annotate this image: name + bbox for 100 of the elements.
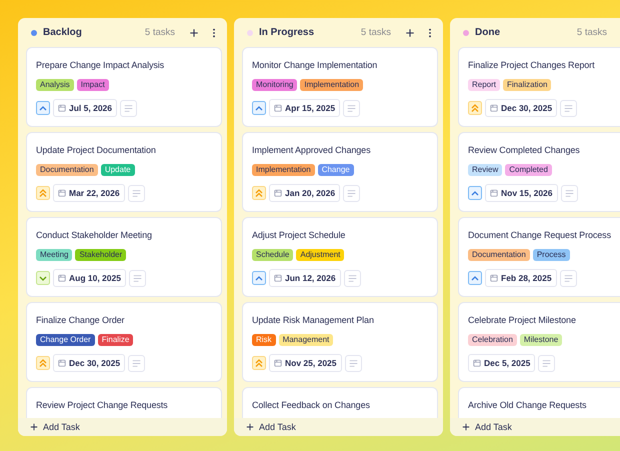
due-date[interactable]: Jun 12, 2026 bbox=[269, 269, 341, 287]
priority-icon[interactable] bbox=[468, 101, 482, 115]
task-card[interactable]: Implement Approved Changes Implementation Change Jan 20, 2026 bbox=[242, 132, 438, 212]
notes-icon[interactable] bbox=[560, 100, 578, 116]
priority-icon[interactable] bbox=[468, 186, 482, 200]
tag-label: Completed bbox=[505, 164, 552, 176]
task-title: Review Project Change Requests bbox=[36, 399, 169, 411]
notes-icon[interactable] bbox=[560, 270, 577, 286]
date-text: Jan 20, 2026 bbox=[285, 188, 336, 198]
calendar-icon bbox=[490, 104, 498, 112]
due-date[interactable]: Feb 28, 2025 bbox=[485, 269, 557, 287]
tag-label: Implementation bbox=[300, 79, 364, 91]
task-count: 5 tasks bbox=[576, 27, 607, 38]
due-date[interactable]: Dec 30, 2025 bbox=[485, 99, 558, 117]
date-text: Jul 5, 2026 bbox=[69, 103, 112, 113]
column-title: In Progress bbox=[259, 27, 316, 38]
date-text: Dec 5, 2025 bbox=[484, 358, 530, 368]
calendar-icon bbox=[58, 274, 66, 282]
due-date[interactable]: Nov 25, 2025 bbox=[269, 354, 342, 372]
tag-label: Analysis bbox=[36, 79, 74, 91]
tag-label: Update bbox=[100, 164, 135, 176]
task-count: 5 tasks bbox=[360, 27, 391, 38]
task-card[interactable]: Archive Old Change Requests bbox=[458, 387, 620, 418]
task-card[interactable]: Review Project Change Requests bbox=[26, 387, 222, 418]
priority-icon[interactable] bbox=[36, 271, 50, 285]
task-card[interactable]: Celebrate Project Milestone Celebration Milestone Dec 5, 2025 bbox=[458, 302, 620, 382]
tag-label: Milestone bbox=[520, 334, 562, 346]
notes-icon[interactable] bbox=[343, 100, 360, 116]
task-title: Monitor Change Implementation bbox=[252, 59, 378, 71]
task-card[interactable]: Update Project Documentation Documentation Update Mar 22, 2026 bbox=[26, 132, 222, 212]
task-card[interactable]: Update Risk Management Plan Risk Management Nov 25, 2025 bbox=[242, 302, 438, 382]
priority-icon[interactable] bbox=[252, 271, 266, 285]
task-card[interactable]: Adjust Project Schedule Schedule Adjustment Jun 12, 2026 bbox=[242, 217, 438, 297]
date-text: Feb 28, 2025 bbox=[501, 273, 552, 283]
tag-label: Management bbox=[278, 334, 334, 346]
add-task-button[interactable]: Add Task bbox=[450, 418, 620, 436]
due-date[interactable]: Dec 5, 2025 bbox=[468, 354, 536, 372]
notes-icon[interactable] bbox=[128, 354, 146, 372]
date-text: Mar 22, 2026 bbox=[69, 188, 120, 198]
due-date[interactable]: Nov 15, 2026 bbox=[485, 184, 558, 202]
tag-label: Meeting bbox=[36, 249, 72, 261]
add-icon[interactable] bbox=[189, 28, 199, 38]
task-card[interactable]: Finalize Change Order Change Order Finalize Dec 30, 2025 bbox=[26, 302, 222, 382]
add-task-button[interactable]: Add Task bbox=[18, 418, 227, 436]
tag-label: Documentation bbox=[36, 164, 98, 176]
notes-icon[interactable] bbox=[344, 270, 361, 286]
task-title: Update Project Documentation bbox=[36, 144, 157, 156]
task-title: Adjust Project Schedule bbox=[252, 229, 346, 241]
priority-icon[interactable] bbox=[252, 356, 266, 370]
add-task-button[interactable]: Add Task bbox=[234, 418, 443, 436]
task-card[interactable]: Prepare Change Impact Analysis Analysis Impact Jul 5, 2026 bbox=[26, 47, 222, 127]
date-text: Aug 10, 2025 bbox=[69, 273, 121, 283]
due-date[interactable]: Aug 10, 2025 bbox=[53, 269, 126, 287]
date-text: Nov 15, 2026 bbox=[501, 188, 553, 198]
due-date[interactable]: Jan 20, 2026 bbox=[269, 184, 340, 202]
priority-icon[interactable] bbox=[36, 186, 50, 200]
due-date[interactable]: Mar 22, 2026 bbox=[53, 184, 125, 202]
task-title: Implement Approved Changes bbox=[252, 144, 372, 156]
task-card[interactable]: Monitor Change Implementation Monitoring Implementation Apr 15, 2025 bbox=[242, 47, 438, 127]
notes-icon[interactable] bbox=[128, 270, 146, 286]
tag-label: Stakeholder bbox=[75, 249, 126, 261]
add-icon[interactable] bbox=[405, 28, 415, 38]
priority-icon[interactable] bbox=[252, 101, 266, 115]
task-title: Celebrate Project Milestone bbox=[468, 314, 577, 326]
task-title: Conduct Stakeholder Meeting bbox=[36, 229, 153, 241]
notes-icon[interactable] bbox=[344, 354, 362, 372]
priority-icon[interactable] bbox=[468, 271, 482, 285]
task-count: 5 tasks bbox=[144, 27, 175, 38]
calendar-icon bbox=[58, 359, 66, 367]
notes-icon[interactable] bbox=[560, 184, 578, 202]
tag-label: Adjustment bbox=[296, 249, 344, 261]
task-card[interactable]: Finalize Project Changes Report Report Finalization Dec 30, 2025 bbox=[458, 47, 620, 127]
tag-label: Report bbox=[468, 79, 500, 91]
notes-icon[interactable] bbox=[343, 184, 360, 202]
calendar-icon bbox=[274, 359, 282, 367]
due-date[interactable]: Dec 30, 2025 bbox=[53, 354, 126, 372]
priority-icon[interactable] bbox=[252, 186, 266, 200]
due-date[interactable]: Jul 5, 2026 bbox=[53, 99, 118, 117]
task-title: Finalize Change Order bbox=[36, 314, 126, 326]
task-title: Collect Feedback on Changes bbox=[252, 399, 371, 411]
task-card[interactable]: Collect Feedback on Changes bbox=[242, 387, 438, 418]
task-title: Archive Old Change Requests bbox=[468, 399, 588, 411]
tag-label: Change bbox=[318, 164, 354, 176]
date-text: Apr 15, 2025 bbox=[285, 103, 336, 113]
notes-icon[interactable] bbox=[538, 354, 556, 372]
notes-icon[interactable] bbox=[120, 100, 138, 116]
calendar-icon bbox=[490, 274, 498, 282]
task-card[interactable]: Document Change Request Process Documentation Process Feb 28, 2025 bbox=[458, 217, 620, 297]
tag-label: Process bbox=[532, 249, 570, 261]
task-card[interactable]: Conduct Stakeholder Meeting Meeting Stakeholder Aug 10, 2025 bbox=[26, 217, 222, 297]
calendar-icon bbox=[473, 359, 481, 367]
calendar-icon bbox=[58, 104, 66, 112]
task-card[interactable]: Review Completed Changes Review Completed Nov 15, 2026 bbox=[458, 132, 620, 212]
calendar-icon bbox=[490, 189, 498, 197]
tag-label: Implementation bbox=[252, 164, 315, 176]
due-date[interactable]: Apr 15, 2025 bbox=[269, 99, 340, 117]
priority-icon[interactable] bbox=[36, 101, 50, 115]
priority-icon[interactable] bbox=[36, 356, 50, 370]
notes-icon[interactable] bbox=[128, 184, 145, 202]
calendar-icon bbox=[274, 104, 282, 112]
